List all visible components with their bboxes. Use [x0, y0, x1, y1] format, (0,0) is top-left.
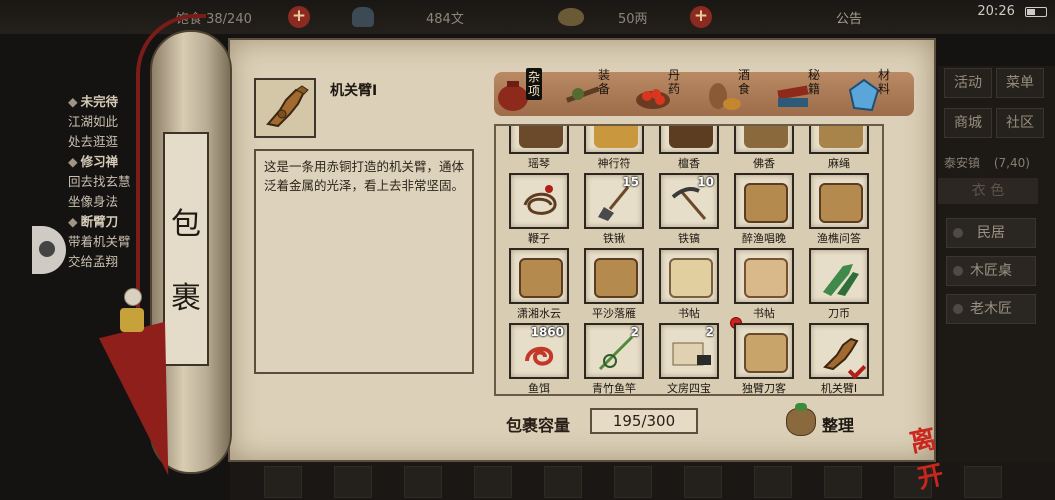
- calligraphy-icon: [669, 258, 713, 298]
- activity-button[interactable]: 活动: [944, 68, 992, 98]
- device-status: 20:26: [977, 4, 1047, 19]
- selected-item-icon: [254, 78, 316, 138]
- npc-icon: [953, 266, 963, 276]
- tab-misc[interactable]: 杂项: [492, 68, 560, 118]
- inventory-item[interactable]: 平沙落雁: [584, 248, 644, 320]
- music-book-icon: [594, 258, 638, 298]
- capacity-value: 195/300: [590, 408, 698, 434]
- worm-bait-icon: [525, 346, 554, 366]
- add-silver-button[interactable]: +: [690, 6, 712, 28]
- tab-materials[interactable]: 材料: [842, 68, 910, 118]
- copper-coin-icon: [352, 7, 374, 27]
- inventory-item[interactable]: 10 铁镐: [659, 173, 719, 245]
- silver-ingot-icon: [558, 8, 584, 26]
- incense-icon: [669, 126, 713, 148]
- joss-stick-icon: [744, 126, 788, 148]
- inventory-item[interactable]: 醉渔唱晚: [734, 173, 794, 245]
- location-row-workbench[interactable]: 木匠桌: [946, 256, 1036, 286]
- whip-icon: [523, 185, 557, 215]
- inventory-item[interactable]: 神行符: [584, 126, 644, 170]
- bottom-slot[interactable]: [754, 466, 792, 498]
- menu-button[interactable]: 菜单: [996, 68, 1044, 98]
- announcement-button[interactable]: 公告: [836, 8, 862, 27]
- inventory-item[interactable]: 2 文房四宝: [659, 323, 719, 394]
- hemp-rope-icon: [819, 126, 863, 148]
- inventory-grid: 瑶琴 神行符 檀香 佛香 麻绳 鞭子 15 铁锹 10 铁镐 醉渔唱晚 渔樵问答…: [494, 124, 884, 396]
- npc-icon: [953, 304, 963, 314]
- bottom-slot[interactable]: [614, 466, 652, 498]
- inventory-item[interactable]: 15 铁锹: [584, 173, 644, 245]
- bottom-slot[interactable]: [684, 466, 722, 498]
- inventory-item[interactable]: 潇湘水云: [509, 248, 569, 320]
- community-button[interactable]: 社区: [996, 108, 1044, 138]
- copper-amount: 484文: [426, 12, 464, 27]
- inventory-item[interactable]: 瑶琴: [509, 126, 569, 170]
- current-location: 衣 色: [938, 178, 1038, 204]
- house-icon: [953, 228, 963, 238]
- inventory-item[interactable]: 鞭子: [509, 173, 569, 245]
- bottom-slot[interactable]: [824, 466, 862, 498]
- item-description: 这是一条用赤铜打造的机关臂，通体泛着金属的光泽，看上去非常坚固。: [254, 149, 474, 374]
- town-coords: (7,40): [993, 156, 1030, 170]
- bottom-slot[interactable]: [404, 466, 442, 498]
- inventory-item[interactable]: 刀币: [809, 248, 869, 320]
- talisman-icon: [594, 126, 638, 148]
- location-row-carpenter[interactable]: 老木匠: [946, 294, 1036, 324]
- inventory-item[interactable]: 麻绳: [809, 126, 869, 170]
- brush-set-icon: [672, 342, 711, 366]
- location-row-house[interactable]: 民居: [946, 218, 1036, 248]
- pickaxe-icon: [671, 187, 707, 220]
- inventory-item[interactable]: 1860 鱼饵: [509, 323, 569, 394]
- inventory-item[interactable]: 独臂刀客: [730, 317, 794, 394]
- inventory-item[interactable]: 佛香: [734, 126, 794, 170]
- tab-food[interactable]: 酒食: [702, 68, 770, 118]
- inventory-item[interactable]: 檀香: [659, 126, 719, 170]
- tassel-cap: [120, 308, 144, 332]
- town-location: 泰安镇 (7,40): [944, 154, 1030, 171]
- inventory-item[interactable]: 书帖: [734, 248, 794, 320]
- sort-button[interactable]: 整理: [786, 403, 866, 438]
- add-satiety-button[interactable]: +: [288, 6, 310, 28]
- calligraphy-icon: [744, 258, 788, 298]
- capacity-label: 包裹容量: [506, 416, 571, 435]
- book-icon: [744, 333, 788, 373]
- bottom-slot[interactable]: [544, 466, 582, 498]
- scroll-title: 包裹: [171, 207, 201, 316]
- clock: 20:26: [977, 4, 1015, 19]
- silver-amount: 50两: [618, 12, 648, 27]
- zither-icon: [519, 126, 563, 148]
- shovel-icon: [598, 186, 630, 221]
- tab-medicine[interactable]: 丹药: [632, 68, 700, 118]
- fishing-rod-icon: [598, 335, 634, 371]
- shop-button[interactable]: 商城: [944, 108, 992, 138]
- selected-item-name: 机关臂I: [330, 83, 378, 99]
- tab-manuals[interactable]: 秘籍: [772, 68, 840, 118]
- battery-icon: [1025, 6, 1047, 17]
- money-bag-icon: [786, 403, 816, 436]
- inventory-item[interactable]: 渔樵问答: [809, 173, 869, 245]
- inventory-item[interactable]: 书帖: [659, 248, 719, 320]
- music-book-icon: [519, 258, 563, 298]
- tab-equipment[interactable]: 装备: [562, 68, 630, 118]
- jade-bead: [124, 288, 142, 306]
- inventory-item[interactable]: 2 青竹鱼竿: [584, 323, 644, 394]
- camera-toggle-icon[interactable]: [32, 226, 66, 274]
- category-tabs: 杂项 装备 丹药 酒食 秘籍 材料: [494, 68, 914, 116]
- inventory-item-selected[interactable]: 机关臂I: [809, 323, 869, 394]
- bottom-slot[interactable]: [264, 466, 302, 498]
- town-name: 泰安镇: [944, 156, 981, 170]
- coin-knife-icon: [823, 264, 859, 296]
- music-book-icon: [819, 183, 863, 223]
- music-book-icon: [744, 183, 788, 223]
- bottom-slot[interactable]: [334, 466, 372, 498]
- right-side-menu: 活动 菜单 商城 社区 泰安镇 (7,40) 衣 色 民居 木匠桌 老木匠: [938, 66, 1055, 466]
- bottom-slot[interactable]: [964, 466, 1002, 498]
- bottom-slot[interactable]: [474, 466, 512, 498]
